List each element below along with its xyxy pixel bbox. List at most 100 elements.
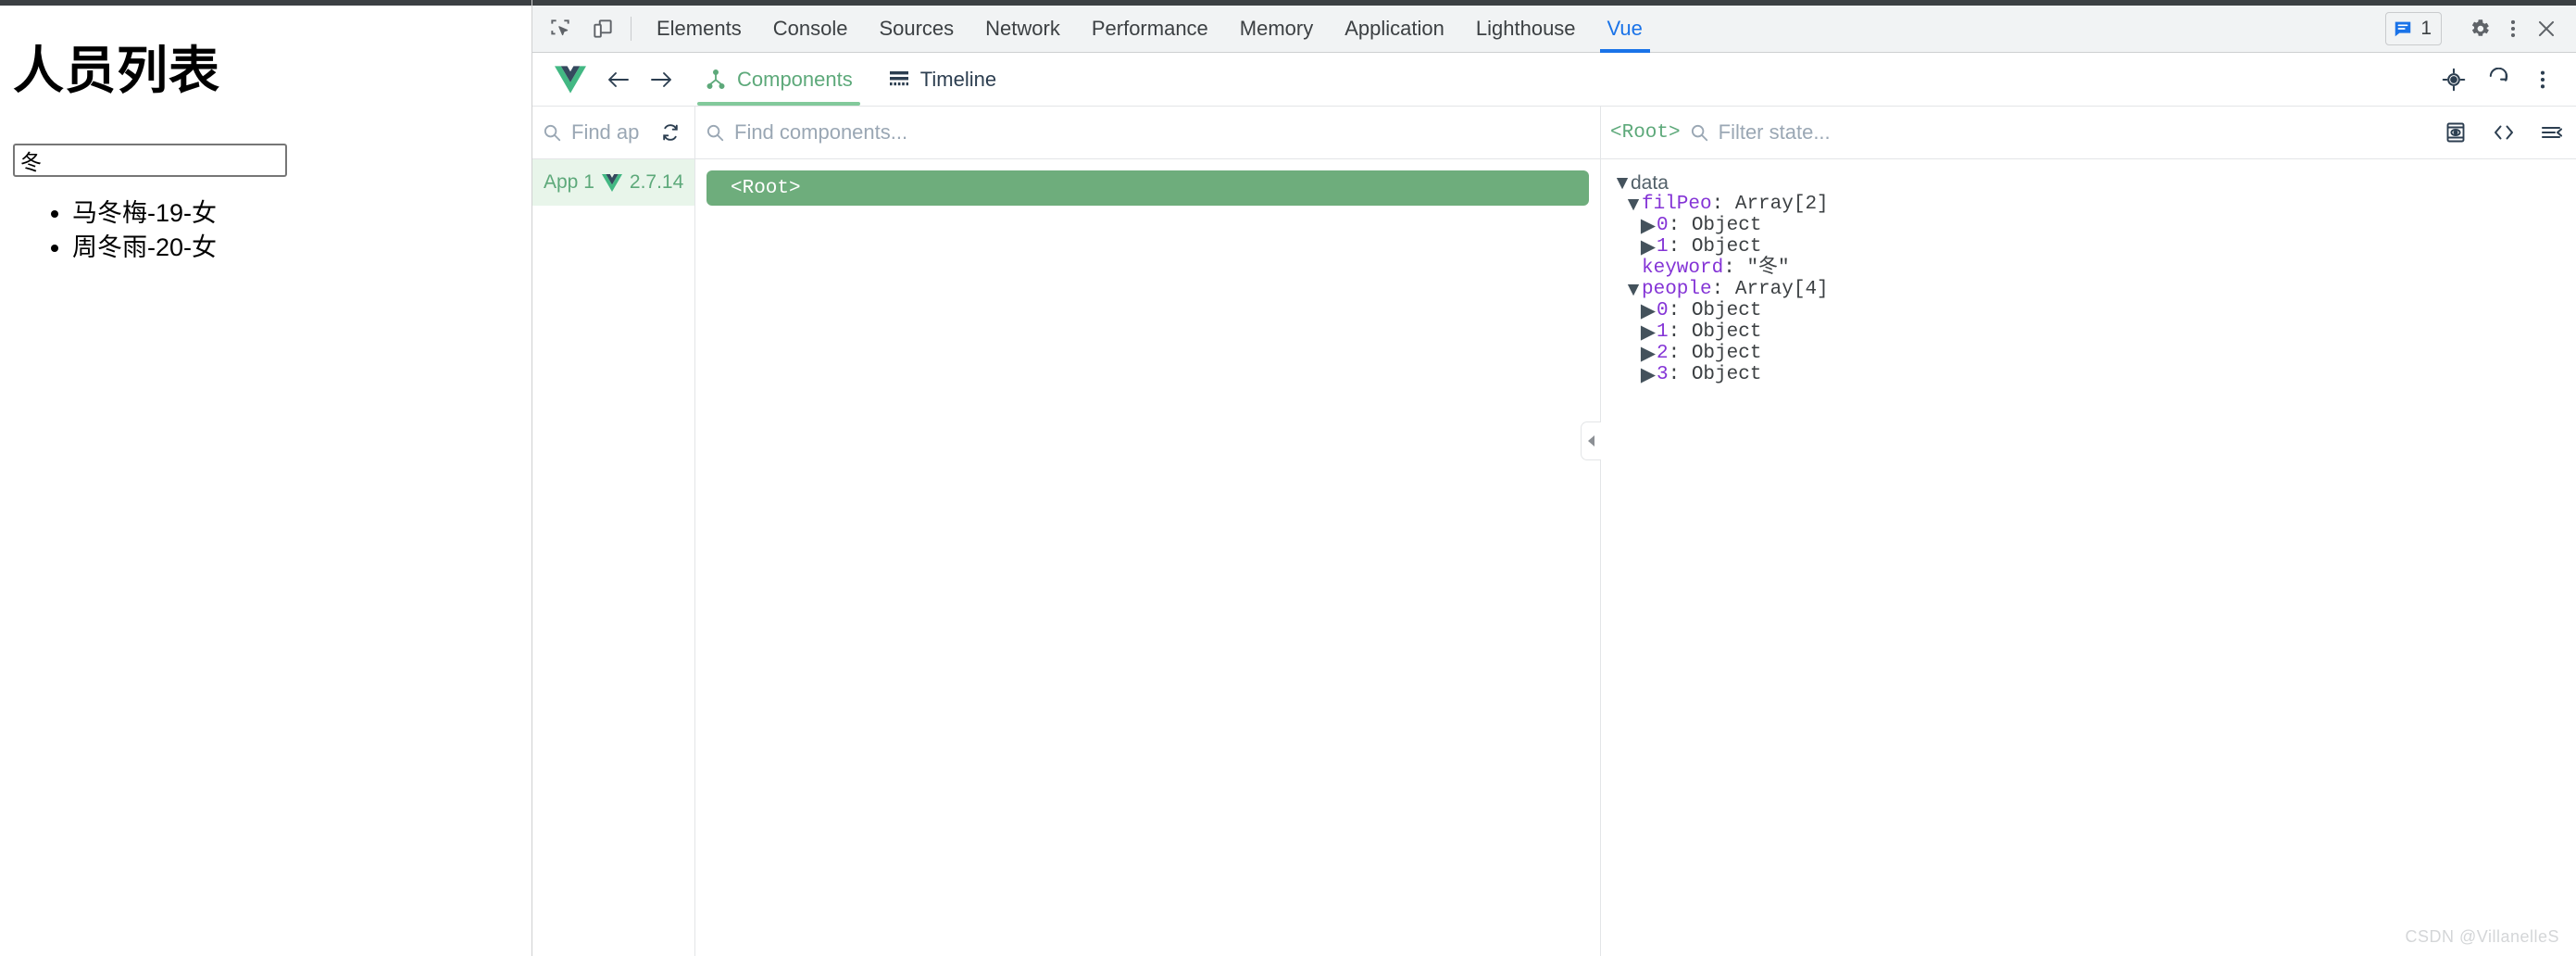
- state-value: Array[2]: [1734, 194, 1829, 215]
- list-item: 周冬雨-20-女: [72, 232, 531, 264]
- inspect-dom-icon[interactable]: [2441, 118, 2470, 147]
- component-tree-column: Find components... <Root>: [695, 107, 1601, 956]
- tab-application[interactable]: Application: [1329, 6, 1460, 52]
- devtools-tab-list: Elements Console Sources Network Perform…: [641, 6, 1658, 53]
- state-entry-filpeo-0[interactable]: ▶ 0 : Object: [1640, 215, 2576, 236]
- components-tree-icon: [707, 69, 725, 89]
- components-search-input[interactable]: Find components...: [705, 120, 1591, 145]
- tab-network[interactable]: Network: [969, 6, 1076, 52]
- state-entry-filpeo[interactable]: ▼ filPeo : Array[2]: [1624, 194, 2576, 215]
- apps-search-row: Find ap: [532, 107, 694, 159]
- device-toolbar-icon[interactable]: [588, 14, 618, 44]
- tab-vue[interactable]: Vue: [1592, 6, 1658, 53]
- state-entry-keyword[interactable]: keyword : "冬": [1625, 258, 2576, 279]
- tab-components-label: Components: [737, 67, 853, 91]
- chevron-right-icon[interactable]: ▶: [1640, 215, 1657, 236]
- state-filter-placeholder: Filter state...: [1718, 120, 1831, 144]
- state-value: Object: [1691, 300, 1762, 321]
- chevron-right-icon[interactable]: ▶: [1640, 364, 1657, 385]
- more-options-icon[interactable]: [2528, 65, 2557, 94]
- app-version: 2.7.14: [629, 171, 684, 193]
- state-value: Object: [1691, 236, 1762, 258]
- devtools-panel: Elements Console Sources Network Perform…: [531, 0, 2576, 956]
- select-component-icon[interactable]: [2439, 65, 2469, 94]
- nav-back-icon[interactable]: [597, 53, 640, 106]
- chevron-right-icon[interactable]: ▶: [1640, 300, 1657, 321]
- people-list: 马冬梅-19-女 周冬雨-20-女: [0, 197, 531, 264]
- apps-search-input[interactable]: Find ap: [542, 120, 647, 145]
- search-icon: [707, 124, 724, 142]
- state-section-data[interactable]: ▼ data: [1613, 172, 2576, 194]
- state-value: Array[4]: [1734, 279, 1829, 300]
- state-key: 0: [1657, 215, 1669, 236]
- tab-performance[interactable]: Performance: [1076, 6, 1224, 52]
- state-actions: [2428, 118, 2567, 147]
- state-filter-input[interactable]: Filter state...: [1689, 120, 2420, 145]
- tab-sources[interactable]: Sources: [863, 6, 969, 52]
- state-entry-people-2[interactable]: ▶ 2 : Object: [1640, 343, 2576, 364]
- chevron-right-icon[interactable]: ▶: [1640, 321, 1657, 343]
- chevron-down-icon[interactable]: ▼: [1624, 194, 1644, 215]
- page-title: 人员列表: [13, 42, 221, 99]
- vue-logo-icon: [544, 53, 597, 106]
- app-name: App 1: [544, 171, 594, 193]
- vue-devtools-toolbar: Components Timeline: [532, 53, 2576, 107]
- list-item: 马冬梅-19-女: [72, 197, 531, 230]
- state-value: "冬": [1746, 258, 1790, 279]
- devtools-toolbar-icons: [532, 6, 625, 52]
- state-section-label: data: [1631, 172, 1669, 194]
- keyword-search-input[interactable]: [13, 143, 287, 177]
- state-breadcrumb[interactable]: <Root>: [1610, 122, 1681, 144]
- tab-memory[interactable]: Memory: [1224, 6, 1329, 52]
- chevron-down-icon[interactable]: ▼: [1613, 172, 1632, 194]
- vue-logo-icon: [601, 173, 622, 192]
- state-value: Object: [1691, 343, 1762, 364]
- tab-console[interactable]: Console: [757, 6, 864, 52]
- state-tree: ▼ data ▼ filPeo : Array[2] ▶ 0 : Object …: [1601, 159, 2576, 956]
- state-entry-filpeo-1[interactable]: ▶ 1 : Object: [1640, 236, 2576, 258]
- refresh-icon[interactable]: [2483, 65, 2513, 94]
- more-options-icon[interactable]: [2498, 14, 2528, 44]
- state-key: 1: [1657, 236, 1669, 258]
- component-node-root[interactable]: <Root>: [707, 170, 1589, 206]
- inspect-element-icon[interactable]: [545, 14, 575, 44]
- apps-refresh-icon[interactable]: [656, 118, 685, 147]
- state-key: keyword: [1642, 258, 1724, 279]
- app-list-item-app-1[interactable]: App 1 2.7.14: [532, 159, 694, 206]
- tab-elements[interactable]: Elements: [641, 6, 757, 52]
- collapse-all-icon[interactable]: [2537, 118, 2567, 147]
- tab-components[interactable]: Components: [692, 53, 866, 106]
- timeline-icon: [889, 70, 908, 85]
- message-count: 1: [2420, 18, 2432, 39]
- open-in-editor-icon[interactable]: [2489, 118, 2519, 147]
- tab-timeline[interactable]: Timeline: [875, 53, 1009, 106]
- search-icon: [1691, 124, 1707, 142]
- nav-forward-icon[interactable]: [640, 53, 682, 106]
- state-filter-row: <Root> Filter state...: [1601, 107, 2576, 159]
- inspected-page: 人员列表 马冬梅-19-女 周冬雨-20-女: [0, 0, 531, 956]
- devtools-toolbar: Elements Console Sources Network Perform…: [532, 0, 2576, 53]
- state-key: 3: [1657, 364, 1669, 385]
- state-entry-people-0[interactable]: ▶ 0 : Object: [1640, 300, 2576, 321]
- chevron-right-icon[interactable]: ▶: [1640, 236, 1657, 258]
- message-count-badge[interactable]: 1: [2385, 12, 2442, 45]
- chevron-right-icon[interactable]: ▶: [1640, 343, 1657, 364]
- devtools-toolbar-right: 1: [2385, 6, 2576, 52]
- components-search-row: Find components...: [695, 107, 1600, 159]
- state-entry-people-1[interactable]: ▶ 1 : Object: [1640, 321, 2576, 343]
- state-value: Object: [1691, 321, 1762, 343]
- close-icon[interactable]: [2532, 14, 2561, 44]
- chevron-down-icon[interactable]: ▼: [1624, 279, 1644, 300]
- vue-devtools-body: Find ap App 1 2.7.14 Find components... …: [532, 107, 2576, 956]
- tab-lighthouse[interactable]: Lighthouse: [1460, 6, 1592, 52]
- state-value: Object: [1691, 364, 1762, 385]
- state-entry-people-3[interactable]: ▶ 3 : Object: [1640, 364, 2576, 385]
- components-search-placeholder: Find components...: [734, 120, 908, 144]
- settings-gear-icon[interactable]: [2465, 14, 2495, 44]
- state-column: <Root> Filter state... ▼ data ▼ filPeo:…: [1601, 107, 2576, 956]
- message-icon: [2395, 21, 2411, 37]
- tab-timeline-label: Timeline: [919, 67, 997, 91]
- panel-collapse-handle[interactable]: [1581, 421, 1601, 460]
- state-entry-people[interactable]: ▼ people : Array[4]: [1624, 279, 2576, 300]
- apps-column: Find ap App 1 2.7.14: [532, 107, 695, 956]
